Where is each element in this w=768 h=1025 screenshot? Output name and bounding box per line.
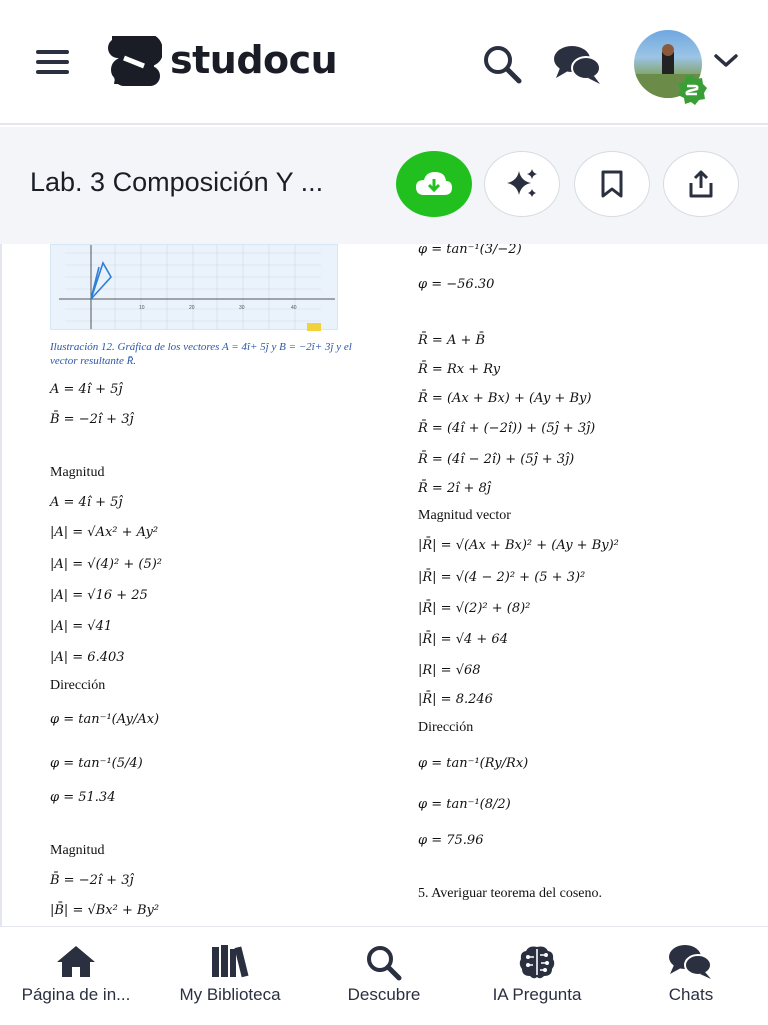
studocu-logo-mark xyxy=(108,33,163,86)
logo-text: studocu xyxy=(170,38,338,82)
document-toolbar: Lab. 3 Composición Y ... xyxy=(0,127,768,244)
share-icon xyxy=(689,170,713,198)
bookmark-icon xyxy=(601,170,623,198)
equation: φ = 51.34 xyxy=(50,790,116,805)
section-heading: Magnitud xyxy=(50,465,105,480)
equation: |A| = √(4)² + (5)² xyxy=(50,557,162,572)
equation: |R̄| = √(2)² + (8)² xyxy=(418,601,531,616)
bookmark-button[interactable] xyxy=(574,151,650,217)
equation: |R̄| = 8.246 xyxy=(418,692,493,707)
axis-tick-label: 40 xyxy=(291,305,297,311)
nav-home[interactable]: Página de in... xyxy=(0,927,152,1025)
search-icon[interactable] xyxy=(480,42,524,86)
vector-graph-figure: 10 20 30 40 xyxy=(50,244,338,331)
equation: |A| = √41 xyxy=(50,619,113,634)
equation: |A| = √Ax² + Ay² xyxy=(50,525,159,540)
nav-discover[interactable]: Descubre xyxy=(308,927,460,1025)
section-heading: Magnitud xyxy=(50,843,105,858)
section-heading: Dirección xyxy=(50,678,106,693)
section-heading: Dirección xyxy=(418,720,474,735)
home-icon xyxy=(57,946,95,977)
equation: φ = tan⁻¹(Ay/Ax) xyxy=(50,712,160,727)
nav-library[interactable]: My Biblioteca xyxy=(152,927,308,1025)
equation: B̄ = −2î + 3ĵ xyxy=(50,412,134,427)
equation: |A| = √16 + 25 xyxy=(50,588,148,603)
nav-ai-ask[interactable]: IA Pregunta xyxy=(460,927,614,1025)
equation: |R| = √68 xyxy=(418,663,481,678)
nav-chats[interactable]: Chats xyxy=(614,927,768,1025)
equation: |R̄| = √(4 − 2)² + (5 + 3)² xyxy=(418,570,586,585)
nav-label: My Biblioteca xyxy=(179,985,281,1004)
chat-icon[interactable] xyxy=(552,44,604,86)
equation: |B̄| = √Bx² + By² xyxy=(50,903,160,918)
equation: R̄ = A + B̄ xyxy=(418,333,486,348)
ai-button[interactable] xyxy=(484,151,560,217)
top-header: studocu xyxy=(0,0,768,125)
equation: φ = 75.96 xyxy=(418,833,484,848)
nav-label: Página de in... xyxy=(21,985,131,1004)
brain-icon xyxy=(519,946,555,979)
equation: R̄ = (4î + (−2î)) + (5ĵ + 3ĵ) xyxy=(418,421,596,436)
document-title: Lab. 3 Composición Y ... xyxy=(30,167,324,197)
equation: φ = tan⁻¹(3/−2) xyxy=(418,244,522,257)
nav-label: IA Pregunta xyxy=(492,985,582,1004)
avatar[interactable] xyxy=(634,30,707,105)
equation: φ = −56.30 xyxy=(418,277,495,292)
axis-tick-label: 10 xyxy=(139,305,145,311)
nav-label: Chats xyxy=(668,985,714,1004)
document-page: 10 20 30 40 Ilustración 12. Gráfica de l… xyxy=(0,244,768,926)
search-icon xyxy=(367,946,402,981)
equation: R̄ = Rx + Ry xyxy=(418,362,501,377)
avatar-badge-icon xyxy=(676,74,708,106)
task-item: 5. Averiguar teorema del coseno. xyxy=(418,886,603,901)
section-heading: Magnitud vector xyxy=(418,508,511,523)
nav-label: Descubre xyxy=(347,985,421,1004)
chat-icon xyxy=(669,945,712,979)
chevron-down-icon[interactable] xyxy=(714,52,738,70)
axis-tick-label: 30 xyxy=(239,305,245,311)
equation: |R̄| = √4 + 64 xyxy=(418,632,508,647)
bottom-navigation: Página de in... My Biblioteca Descubre I… xyxy=(0,926,768,1024)
equation: |R̄| = √(Ax + Bx)² + (Ay + By)² xyxy=(418,538,619,553)
library-icon xyxy=(212,945,249,978)
equation: A = 4î + 5ĵ xyxy=(50,382,123,397)
figure-caption: Ilustración 12. Gráfica de los vectores … xyxy=(50,341,352,367)
equation: B̄ = −2î + 3ĵ xyxy=(50,873,134,888)
download-button[interactable] xyxy=(396,151,472,217)
axis-tick-label: 20 xyxy=(189,305,195,311)
equation: φ = tan⁻¹(8/2) xyxy=(418,797,511,812)
equation: φ = tan⁻¹(Ry/Rx) xyxy=(418,756,529,771)
equation: |A| = 6.403 xyxy=(50,650,125,665)
equation: R̄ = (4î − 2î) + (5ĵ + 3ĵ) xyxy=(418,452,575,467)
equation: A = 4î + 5ĵ xyxy=(50,495,123,510)
menu-icon[interactable] xyxy=(36,47,70,77)
equation: R̄ = 2î + 8ĵ xyxy=(418,481,491,496)
download-icon xyxy=(416,172,452,195)
equation: R̄ = (Ax + Bx) + (Ay + By) xyxy=(418,391,592,406)
sparkle-icon xyxy=(507,169,537,197)
equation: φ = tan⁻¹(5/4) xyxy=(50,756,143,771)
share-button[interactable] xyxy=(663,151,739,217)
studocu-logo[interactable]: studocu xyxy=(104,33,344,90)
